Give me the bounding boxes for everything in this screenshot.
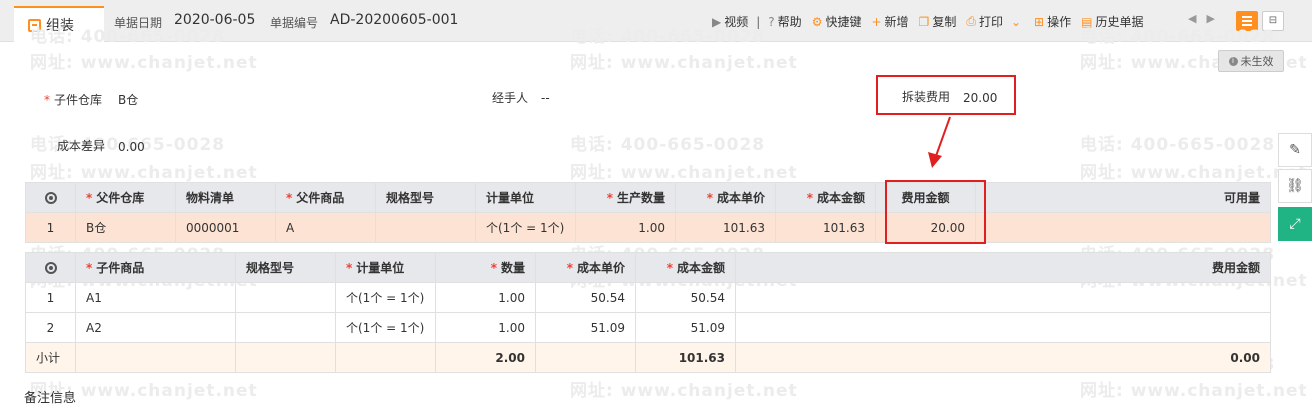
child-warehouse-field[interactable]: B仓 — [118, 91, 138, 108]
side-notes-button[interactable]: ✎ — [1278, 133, 1312, 167]
play-icon: ▶ — [712, 14, 722, 29]
document-icon — [28, 18, 41, 32]
plus-icon: + — [871, 14, 882, 29]
side-expand-button[interactable]: ⤢ — [1278, 207, 1312, 241]
prev-icon[interactable]: ◀ — [1188, 12, 1196, 25]
top-bar: 组装 单据日期 2020-06-05 单据编号 AD-20200605-001 … — [0, 0, 1312, 42]
note-icon: ✎ — [1289, 142, 1301, 158]
parent-table: * 父件仓库 物料清单 * 父件商品 规格型号 计量单位 * 生产数量 * 成本单价 *… — [25, 182, 1271, 243]
tab-label: 组装 — [46, 18, 74, 34]
tab-assembly[interactable]: 组装 — [14, 6, 104, 42]
history-icon: ▤ — [1081, 14, 1093, 29]
cost-diff-value: 0.00 — [118, 140, 145, 154]
date-label: 单据日期 — [114, 16, 163, 30]
toolbar: ▶ 视频 | ? 帮助 ⚙ 快捷键 + 新增 ❐ 复制 ⎙ 打印 ⌄ ⊞ 操作 ▤ 历史单据 — [712, 13, 1153, 30]
expand-icon: ⤢ — [1289, 216, 1301, 232]
remark-section-title: 备注信息 — [24, 391, 77, 406]
column-settings[interactable] — [25, 252, 76, 283]
annotation-arrow — [928, 116, 951, 168]
print-button[interactable]: ⎙ 打印 ⌄ — [966, 13, 1024, 30]
table-row[interactable]: 1 B仓 0000001 A 个(1个 = 1个) 1.00 101.63 10… — [25, 212, 1271, 243]
layout-split-button[interactable]: ⊟ — [1262, 11, 1284, 31]
grid-icon: ⊞ — [1034, 14, 1045, 29]
video-button[interactable]: ▶ 视频 — [712, 13, 748, 30]
parent-table-header: * 父件仓库 物料清单 * 父件商品 规格型号 计量单位 * 生产数量 * 成本单价 *… — [25, 182, 1271, 213]
fee-label: 拆装费用 — [902, 90, 951, 104]
table-row[interactable]: 2 A2 个(1个 = 1个) 1.00 51.09 51.09 — [25, 312, 1271, 343]
side-link-button[interactable]: ⛓ — [1278, 169, 1312, 203]
copy-button[interactable]: ❐ 复制 — [919, 13, 957, 30]
gear-icon — [44, 262, 57, 274]
nav-arrows: ◀ ▶ — [1188, 12, 1225, 25]
status-badge: i 未生效 — [1218, 50, 1284, 72]
gear-icon: ⚙ — [811, 14, 823, 29]
info-icon: i — [1228, 56, 1238, 66]
gear-icon — [44, 192, 57, 204]
fee-field[interactable]: 20.00 — [963, 91, 997, 105]
child-table: * 子件商品 规格型号 * 计量单位 * 数量 * 成本单价 * 成本金额 费用金额 1 … — [25, 252, 1271, 373]
help-icon: ? — [768, 14, 775, 29]
child-table-header: * 子件商品 规格型号 * 计量单位 * 数量 * 成本单价 * 成本金额 费用金额 — [25, 252, 1271, 283]
child-warehouse-label: * 子件仓库 — [44, 93, 103, 107]
shortcut-button[interactable]: ⚙ 快捷键 — [812, 13, 862, 30]
split-icon: ⊟ — [1268, 15, 1278, 26]
handler-field[interactable]: -- — [541, 91, 550, 105]
chevron-down-icon[interactable]: ⌄ — [1011, 15, 1021, 29]
handler-label: 经手人 — [492, 91, 529, 105]
date-value[interactable]: 2020-06-05 — [174, 12, 255, 28]
code-value[interactable]: AD-20200605-001 — [330, 12, 458, 28]
operate-button[interactable]: ⊞ 操作 — [1034, 13, 1071, 30]
printer-icon: ⎙ — [966, 14, 976, 28]
column-settings[interactable] — [25, 182, 76, 213]
table-row[interactable]: 1 A1 个(1个 = 1个) 1.00 50.54 50.54 — [25, 282, 1271, 313]
next-icon[interactable]: ▶ — [1206, 12, 1214, 25]
history-button[interactable]: ▤ 历史单据 — [1081, 13, 1143, 30]
copy-icon: ❐ — [918, 14, 930, 29]
help-button[interactable]: ? 帮助 — [768, 13, 801, 30]
subtotal-row: 小计 2.00 101.63 0.00 — [25, 342, 1271, 373]
toolbar-divider: | — [756, 14, 761, 29]
cost-diff-label: 成本差异 — [57, 139, 106, 153]
link-icon: ⛓ — [1286, 178, 1304, 194]
new-button[interactable]: + 新增 — [871, 13, 908, 30]
code-label: 单据编号 — [270, 16, 319, 30]
fee-column-highlight-box — [885, 180, 986, 244]
layout-list-button[interactable] — [1236, 11, 1258, 31]
